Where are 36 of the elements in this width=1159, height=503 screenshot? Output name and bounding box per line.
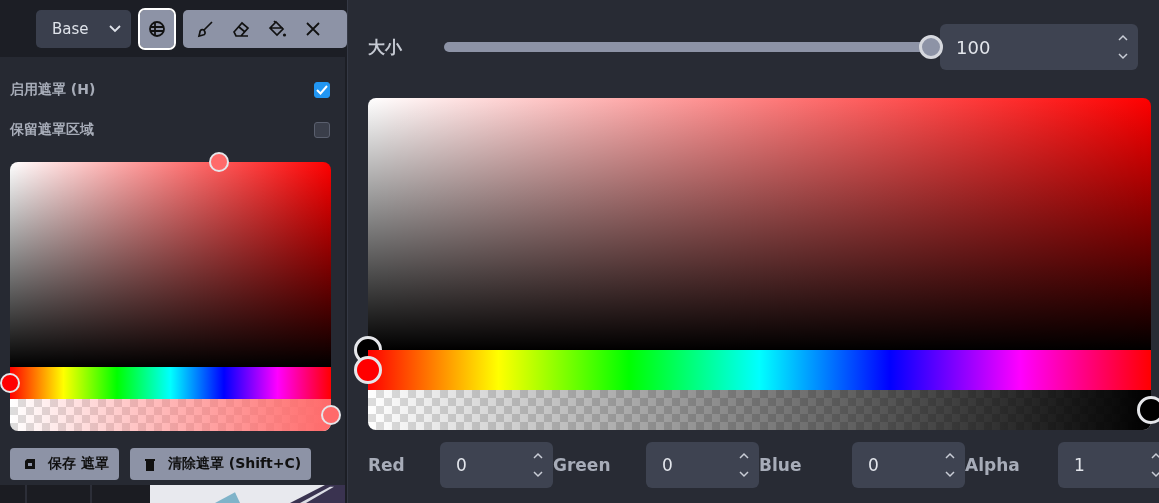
channel-label: Red xyxy=(368,455,406,475)
spinner-icon xyxy=(1151,452,1159,478)
option-label: 保留遮罩区域 xyxy=(10,121,94,139)
spinner-icon xyxy=(533,452,543,478)
hue-thumb[interactable] xyxy=(0,373,20,393)
channel-input[interactable]: 0 xyxy=(646,442,759,488)
saturation-area[interactable] xyxy=(10,162,331,367)
channel-input[interactable]: 0 xyxy=(852,442,965,488)
spinner-icon xyxy=(739,452,749,478)
hue-thumb[interactable] xyxy=(354,356,382,384)
channel-label: Blue xyxy=(759,455,803,475)
checkbox[interactable] xyxy=(314,122,330,138)
mask-tool-button[interactable] xyxy=(139,9,174,48)
layer-select[interactable]: Base xyxy=(36,9,131,48)
close-icon xyxy=(306,21,320,36)
channel-input[interactable]: 1 xyxy=(1058,442,1159,488)
paint-bucket-icon xyxy=(267,18,287,39)
channel-label: Green xyxy=(553,455,612,475)
spinner-icon xyxy=(1118,34,1128,60)
brush-icon xyxy=(195,18,215,39)
color-thumb[interactable] xyxy=(208,152,229,172)
clear-mask-button[interactable]: 清除遮罩 (Shift+C) xyxy=(129,448,312,480)
save-icon xyxy=(24,458,36,470)
save-mask-button[interactable]: 保存 遮罩 xyxy=(10,448,119,480)
saturation-area[interactable] xyxy=(368,98,1151,350)
chevron-down-icon xyxy=(108,24,121,33)
option-label: 启用遮罩 (H) xyxy=(10,81,96,99)
checkbox[interactable] xyxy=(314,82,330,98)
size-input[interactable]: 100 xyxy=(940,24,1138,70)
spinner-icon xyxy=(945,452,955,478)
channel-label: Alpha xyxy=(965,455,1021,475)
alpha-thumb[interactable] xyxy=(321,405,341,425)
trash-icon xyxy=(143,457,156,471)
slider-thumb[interactable] xyxy=(919,35,943,59)
channel-input[interactable]: 0 xyxy=(440,442,553,488)
size-label: 大小 xyxy=(368,35,403,59)
